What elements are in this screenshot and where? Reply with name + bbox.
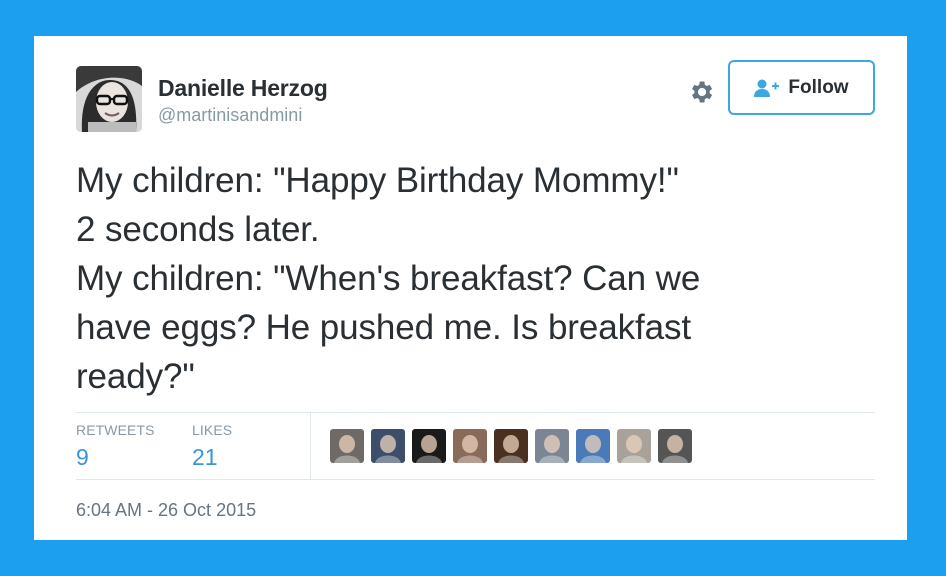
liker-avatar[interactable] (371, 429, 405, 463)
author-avatar[interactable] (76, 66, 142, 132)
retweets-stat[interactable]: RETWEETS 9 (76, 422, 155, 471)
follow-label: Follow (788, 76, 849, 98)
tweet-line: My children: "Happy Birthday Mommy!" (76, 161, 679, 200)
likes-stat[interactable]: LIKES 21 (192, 422, 232, 471)
liker-avatar[interactable] (494, 429, 528, 463)
liker-avatar[interactable] (576, 429, 610, 463)
tweet-card: Danielle Herzog @martinisandmini Follow … (34, 36, 907, 540)
tweet-line: ready?" (76, 357, 195, 396)
follow-button[interactable]: Follow (728, 60, 875, 115)
liker-avatar[interactable] (412, 429, 446, 463)
author-name[interactable]: Danielle Herzog (158, 74, 328, 102)
liker-avatar[interactable] (535, 429, 569, 463)
tweet-line: have eggs? He pushed me. Is breakfast (76, 308, 692, 347)
tweet-text: My children: "Happy Birthday Mommy!" 2 s… (76, 156, 866, 401)
likes-label: LIKES (192, 422, 233, 438)
liker-avatars (330, 429, 692, 463)
tweet-line: 2 seconds later. (76, 210, 320, 249)
liker-avatar[interactable] (617, 429, 651, 463)
likes-count: 21 (192, 444, 218, 470)
retweets-label: RETWEETS (76, 422, 155, 438)
stats-separator (310, 412, 311, 479)
add-user-icon (754, 79, 780, 97)
liker-avatar[interactable] (330, 429, 364, 463)
retweets-count: 9 (76, 444, 89, 470)
author-handle[interactable]: @martinisandmini (158, 104, 328, 126)
background-frame: Danielle Herzog @martinisandmini Follow … (0, 0, 946, 576)
stats-divider-bottom (76, 479, 875, 480)
gear-icon[interactable] (687, 78, 715, 106)
tweet-stats: RETWEETS 9 LIKES 21 (76, 412, 875, 479)
tweet-line: My children: "When's breakfast? Can we (76, 259, 701, 298)
author-block: Danielle Herzog @martinisandmini (158, 74, 328, 126)
liker-avatar[interactable] (658, 429, 692, 463)
avatar-photo (76, 66, 142, 132)
tweet-timestamp[interactable]: 6:04 AM - 26 Oct 2015 (76, 500, 256, 521)
liker-avatar[interactable] (453, 429, 487, 463)
